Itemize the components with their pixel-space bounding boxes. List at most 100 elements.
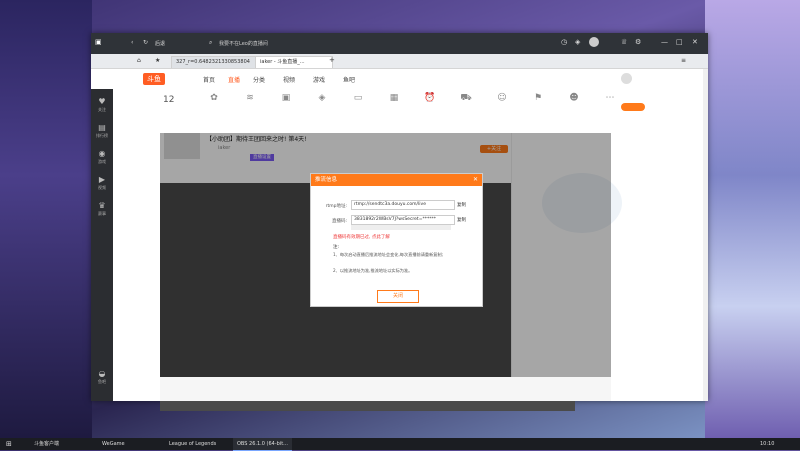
- sidebar-item-follow[interactable]: ♥ 关注: [91, 97, 113, 113]
- home-icon[interactable]: ⌂: [137, 57, 141, 64]
- note-line-2: 2、以推流地址为准,推流地址以实际为准。: [333, 268, 413, 273]
- new-tab-icon[interactable]: +: [329, 56, 335, 64]
- browser-window: ▣ ‹ ↻ 后退 ⌕ 我要不在Leo的直播间 ◷ ◈ ♕ ⚙ — □ ✕ ⌂ ★…: [91, 33, 708, 411]
- nav-home[interactable]: 首页: [203, 75, 215, 84]
- tool-10[interactable]: ⚑: [527, 93, 549, 104]
- copy-rtmp-button[interactable]: 复制: [457, 202, 466, 208]
- tab-2-label: iaker - 斗鱼直播_...: [260, 59, 305, 65]
- tool-7[interactable]: ⏰: [419, 93, 441, 104]
- note-line-1: 1、每次启动直播后推流地址会变化,每次直播前请重新复制;: [333, 252, 444, 257]
- minimize-icon[interactable]: —: [661, 38, 668, 46]
- tool-5[interactable]: ▭: [347, 93, 369, 104]
- taskbar: ⊞ 斗鱼客户端 WeGame League of Legends OBS 26.…: [0, 438, 800, 451]
- tool-1[interactable]: ✿: [203, 93, 225, 104]
- clock-icon[interactable]: ◷: [561, 38, 567, 46]
- tool-2[interactable]: ≋: [239, 93, 261, 104]
- toolbar-badge-button[interactable]: [621, 103, 645, 111]
- alarm-icon: ⏰: [424, 93, 436, 103]
- avatar[interactable]: [589, 37, 599, 47]
- flag-icon: ⚑: [533, 93, 543, 103]
- tool-8[interactable]: ⛟: [455, 93, 477, 104]
- tab-bar: ⌂ ★ 327_r=0.6482321330853804 iaker - 斗鱼直…: [91, 54, 708, 69]
- gamepad-icon: ◉: [98, 149, 106, 158]
- taskbar-item-obs[interactable]: OBS 26.1.0 (64-bit...: [233, 438, 292, 451]
- taskbar-item-douyu[interactable]: 斗鱼客户端: [30, 438, 63, 450]
- wave-icon: ≋: [246, 93, 254, 103]
- tool-4[interactable]: ◈: [311, 93, 333, 104]
- desktop-wallpaper-left: [0, 0, 92, 438]
- tab-2[interactable]: iaker - 斗鱼直播_...: [255, 56, 333, 68]
- note-title: 注:: [333, 245, 340, 250]
- tool-6[interactable]: ▦: [383, 93, 405, 104]
- trophy-icon: ♛: [98, 201, 106, 210]
- site-sidebar: ♥ 关注 ▤ 排行榜 ◉ 游戏 ▶ 视频 ♛ 赛事 ◒ 鱼吧: [91, 89, 113, 401]
- screen-icon: ▭: [353, 93, 363, 103]
- doc-icon: ▦: [389, 93, 399, 103]
- sidebar-item-video[interactable]: ▶ 视频: [91, 175, 113, 191]
- search-icon: ⌕: [209, 39, 213, 46]
- expired-warning-link[interactable]: 直播码有效期已过, 点此了解: [333, 234, 390, 240]
- nav-video[interactable]: 视频: [283, 75, 295, 84]
- taskbar-item-lol[interactable]: League of Legends: [165, 438, 220, 450]
- cube-icon: ◈: [318, 93, 326, 103]
- box-icon: ▣: [281, 93, 291, 103]
- more-icon: ⋯: [605, 93, 615, 103]
- nav-game[interactable]: 游戏: [313, 75, 325, 84]
- gear-icon[interactable]: ⚙: [635, 38, 641, 46]
- sidebar-label: 赛事: [98, 211, 106, 216]
- site-header: 斗鱼 首页 直播 分类 视频 游戏 鱼吧: [91, 69, 708, 90]
- gift-icon: ✿: [210, 93, 218, 103]
- sidebar-item-rank[interactable]: ▤ 排行榜: [91, 123, 113, 139]
- code-label: 直播码:: [331, 219, 347, 224]
- tab-1-label: 327_r=0.6482321330853804: [176, 59, 250, 65]
- shirt-icon[interactable]: ♕: [621, 38, 627, 46]
- tab-1[interactable]: 327_r=0.6482321330853804: [171, 56, 263, 68]
- taskbar-clock[interactable]: 10:10: [760, 438, 774, 450]
- user-avatar[interactable]: [621, 73, 632, 84]
- back-icon[interactable]: ‹: [131, 39, 133, 46]
- user-icon: ☻: [569, 93, 579, 103]
- menu-icon[interactable]: ≡: [681, 57, 686, 64]
- tool-3[interactable]: ▣: [275, 93, 297, 104]
- maximize-icon[interactable]: □: [676, 38, 683, 46]
- dialog-close-icon[interactable]: ✕: [473, 174, 478, 186]
- refresh-icon[interactable]: ↻: [143, 39, 148, 46]
- dialog-header: 推流信息 ✕: [311, 174, 482, 186]
- nav-live[interactable]: 直播: [228, 75, 240, 84]
- close-button[interactable]: 关闭: [377, 290, 419, 303]
- windows-start-icon[interactable]: ⊞: [6, 438, 12, 450]
- heart-icon: ♥: [98, 97, 106, 106]
- page-scrollbar[interactable]: [703, 69, 708, 401]
- stream-info-dialog: 推流信息 ✕ rtmp地址: rtmp://sendtc3a.douyu.com…: [310, 173, 483, 307]
- tool-12[interactable]: ⋯: [599, 93, 621, 104]
- nav-fishbar[interactable]: 鱼吧: [343, 75, 355, 84]
- rtmp-field[interactable]: rtmp://sendtc3a.douyu.com/live: [351, 200, 455, 210]
- follower-count: 12: [163, 95, 175, 105]
- car-icon: ⛟: [460, 93, 472, 103]
- fish-icon: ◒: [98, 369, 106, 378]
- tool-11[interactable]: ☻: [563, 93, 585, 104]
- room-toolbar: 12 ✿ ≋ ▣ ◈ ▭ ▦ ⏰ ⛟ ☺ ⚑ ☻ ⋯: [113, 89, 708, 129]
- shield-icon[interactable]: ◈: [575, 38, 580, 46]
- code-scrollbar[interactable]: [351, 225, 451, 230]
- nav-category[interactable]: 分类: [253, 75, 265, 84]
- sidebar-label: 鱼吧: [98, 379, 106, 384]
- close-icon[interactable]: ✕: [692, 38, 698, 46]
- tool-9[interactable]: ☺: [491, 93, 513, 104]
- taskbar-item-wegame[interactable]: WeGame: [98, 438, 129, 450]
- sidebar-item-fishbar[interactable]: ◒ 鱼吧: [91, 369, 113, 385]
- site-logo[interactable]: 斗鱼: [143, 73, 165, 85]
- video-icon: ▶: [98, 175, 106, 184]
- browser-titlebar: ▣ ‹ ↻ 后退 ⌕ 我要不在Leo的直播间 ◷ ◈ ♕ ⚙ — □ ✕: [91, 33, 708, 54]
- sidebar-label: 视频: [98, 185, 106, 190]
- star-icon[interactable]: ★: [155, 57, 160, 64]
- copy-code-button[interactable]: 复制: [457, 217, 466, 223]
- sidebar-label: 关注: [98, 107, 106, 112]
- sidebar-label: 排行榜: [96, 133, 108, 138]
- sidebar-item-match[interactable]: ♛ 赛事: [91, 201, 113, 217]
- code-field[interactable]: 3831892r2WBsV7J?wsSecret=******: [351, 215, 455, 225]
- browser-logo: ▣: [95, 38, 102, 46]
- sidebar-item-game[interactable]: ◉ 游戏: [91, 149, 113, 165]
- address-bar[interactable]: 我要不在Leo的直播间: [219, 40, 268, 47]
- gift-bar: [160, 377, 611, 401]
